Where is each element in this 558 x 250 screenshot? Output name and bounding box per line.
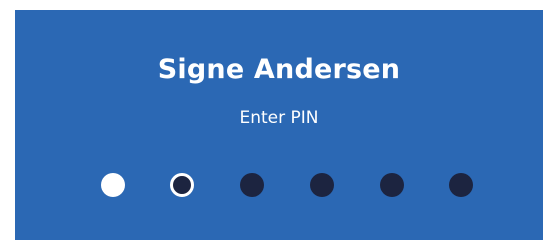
pin-entry-panel: Signe Andersen Enter PIN <box>15 10 543 240</box>
pin-dot-6 <box>449 173 473 197</box>
pin-dot-3 <box>240 173 264 197</box>
pin-dots <box>15 10 543 240</box>
pin-dot-4 <box>310 173 334 197</box>
pin-dot-5 <box>380 173 404 197</box>
pin-dot-2 <box>170 173 194 197</box>
pin-dot-1 <box>101 173 125 197</box>
